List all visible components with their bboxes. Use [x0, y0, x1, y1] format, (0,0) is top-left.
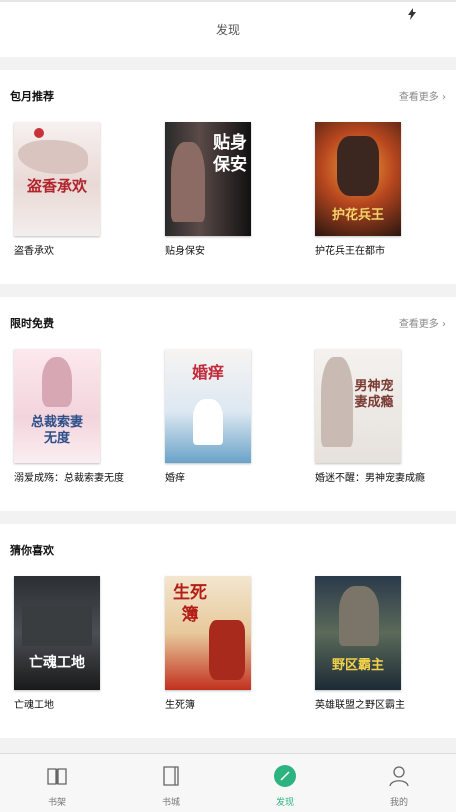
book-card[interactable]: 总裁索妻无度 溺爱成殇：总裁索妻无度 — [14, 349, 154, 509]
discover-icon — [274, 765, 296, 787]
book-title: 溺爱成殇：总裁索妻无度 — [14, 473, 124, 484]
book-card[interactable]: 男神宠妻成瘾 婚迷不醒：男神宠妻成瘾 — [315, 349, 455, 509]
cover-title: 护花兵王 — [331, 208, 384, 223]
tab-bookstore[interactable]: 书城 — [114, 754, 228, 812]
book-title: 贴身保安 — [165, 246, 205, 257]
tab-label: 发现 — [275, 798, 294, 808]
book-card[interactable]: 婚痒 婚痒 — [165, 349, 305, 509]
cover-title: 贴身保安 — [213, 133, 247, 175]
chevron-right-icon: › — [442, 319, 446, 330]
cover-title: 总裁索妻无度 — [30, 415, 83, 446]
book-card[interactable]: 生死簿 生死簿 — [165, 576, 305, 736]
book-title: 婚迷不醒：男神宠妻成瘾 — [315, 473, 425, 484]
view-more-link[interactable]: 查看更多 › — [399, 88, 446, 103]
book-card[interactable]: 盗香承欢 盗香承欢 — [14, 122, 154, 282]
tab-profile[interactable]: 我的 — [342, 754, 456, 812]
profile-icon — [389, 766, 409, 787]
bottom-tab-bar: 书架 书城 发现 我的 — [0, 753, 456, 812]
book-title: 亡魂工地 — [14, 700, 54, 711]
section-title: 包月推荐 — [10, 90, 54, 103]
book-card[interactable]: 护花兵王 护花兵王在都市 — [315, 122, 455, 282]
top-bar: 发现 — [0, 0, 456, 57]
book-title: 婚痒 — [165, 473, 185, 484]
view-more-label: 查看更多 — [398, 92, 439, 103]
cover-title: 亡魂工地 — [29, 655, 85, 671]
section-limited-free: 限时免费 查看更多 › 总裁索妻无度 溺爱成殇：总裁索妻无度 婚痒 婚痒 男神宠… — [0, 297, 456, 511]
cover-title: 野区霸主 — [331, 658, 384, 673]
book-cover: 总裁索妻无度 — [14, 349, 100, 463]
section-guess-you-like: 猜你喜欢 亡魂工地 亡魂工地 生死簿 生死簿 野区霸主 英雄联盟之野区霸主 — [0, 524, 456, 738]
book-title: 英雄联盟之野区霸主 — [315, 700, 405, 711]
section-title: 限时免费 — [10, 317, 54, 330]
cover-title: 盗香承欢 — [26, 177, 87, 195]
tab-label: 书架 — [47, 798, 66, 808]
book-card[interactable]: 贴身保安 贴身保安 — [165, 122, 305, 282]
book-cover: 亡魂工地 — [14, 576, 100, 690]
book-card[interactable]: 亡魂工地 亡魂工地 — [14, 576, 154, 736]
page-title: 发现 — [215, 23, 240, 37]
cover-title: 生死簿 — [173, 583, 207, 625]
book-cover: 男神宠妻成瘾 — [315, 349, 401, 463]
book-title: 护花兵王在都市 — [315, 246, 385, 257]
bookstore-icon — [163, 766, 179, 786]
flash-icon — [408, 8, 416, 23]
bookshelf-icon — [47, 768, 67, 785]
cover-title: 婚痒 — [191, 363, 224, 382]
book-card[interactable]: 野区霸主 英雄联盟之野区霸主 — [315, 576, 455, 736]
book-cover: 盗香承欢 — [14, 122, 100, 236]
section-monthly-recommend: 包月推荐 查看更多 › 盗香承欢 盗香承欢 贴身保安 贴身保安 护花兵王 护花兵… — [0, 70, 456, 284]
view-more-label: 查看更多 — [398, 319, 439, 330]
tab-label: 书城 — [161, 798, 180, 808]
view-more-link[interactable]: 查看更多 › — [399, 315, 446, 330]
book-cover: 贴身保安 — [165, 122, 251, 236]
cover-title: 男神宠妻成瘾 — [354, 379, 394, 410]
book-cover: 野区霸主 — [315, 576, 401, 690]
book-title: 生死簿 — [165, 700, 195, 711]
tab-bookshelf[interactable]: 书架 — [0, 754, 114, 812]
section-title: 猜你喜欢 — [10, 544, 54, 557]
book-cover: 婚痒 — [165, 349, 251, 463]
book-cover: 生死簿 — [165, 576, 251, 690]
tab-discover[interactable]: 发现 — [228, 754, 342, 812]
tab-label: 我的 — [389, 798, 408, 808]
book-title: 盗香承欢 — [14, 246, 54, 257]
book-cover: 护花兵王 — [315, 122, 401, 236]
chevron-right-icon: › — [442, 92, 446, 103]
